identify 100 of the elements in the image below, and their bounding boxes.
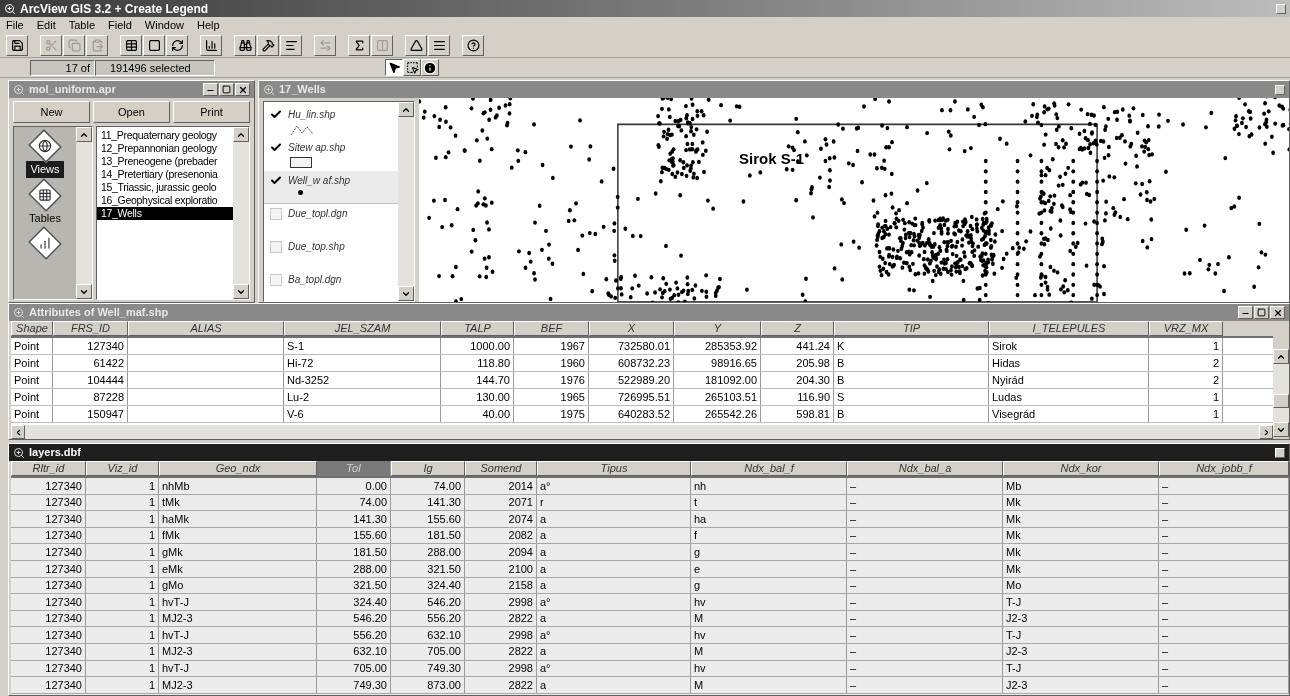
- help-icon: [466, 38, 480, 52]
- toolbar-button[interactable]: [40, 34, 62, 56]
- tool-button[interactable]: [385, 59, 403, 76]
- menu-item[interactable]: Window: [144, 16, 184, 34]
- table-cell: hvT-J: [159, 594, 317, 610]
- legend-entry[interactable]: Due_top.shp: [264, 237, 398, 270]
- legend-checkbox[interactable]: [270, 108, 282, 121]
- close-button[interactable]: [235, 83, 250, 96]
- menu-item[interactable]: Table: [68, 16, 95, 34]
- table-cell: –: [847, 594, 1003, 610]
- table-cell: S-1: [284, 338, 441, 354]
- toolbar-button[interactable]: [6, 34, 28, 56]
- table-cell: Hidas: [989, 355, 1149, 371]
- table-cell: 127340: [11, 677, 86, 693]
- toolbar-button[interactable]: [234, 34, 256, 56]
- toolbar-button[interactable]: [63, 34, 85, 56]
- vertical-scrollbar[interactable]: [233, 127, 249, 299]
- table-cell: 1: [1149, 406, 1223, 422]
- table-cell: a°: [537, 627, 691, 643]
- scroll-left-button[interactable]: [11, 425, 25, 439]
- table-cell: haMk: [159, 511, 317, 527]
- menu-item[interactable]: Edit: [36, 16, 56, 34]
- view-list-item[interactable]: 15_Triassic, jurassic geolo: [97, 181, 233, 194]
- refresh-icon: [170, 38, 184, 52]
- toolbar-button[interactable]: [280, 34, 302, 56]
- scroll-up-button[interactable]: [76, 127, 92, 142]
- table-cell: hvT-J: [159, 627, 317, 643]
- menu-item[interactable]: Help: [196, 16, 220, 34]
- toolbar-button[interactable]: [405, 34, 427, 56]
- horizontal-scrollbar[interactable]: [11, 425, 1273, 439]
- toolbar-button[interactable]: [200, 34, 222, 56]
- view-list-item[interactable]: 12_Prepannonian geology: [97, 142, 233, 155]
- column-header: Geo_ndx: [159, 461, 317, 476]
- minimize-button[interactable]: [1275, 84, 1285, 95]
- scroll-thumb[interactable]: [1273, 394, 1289, 408]
- minimize-button[interactable]: [1275, 447, 1285, 458]
- legend-checkbox[interactable]: [270, 240, 282, 253]
- minimize-button[interactable]: [1238, 306, 1253, 319]
- toolbar-button[interactable]: [371, 34, 393, 56]
- minimize-button[interactable]: [203, 83, 218, 96]
- table-cell: M: [691, 643, 847, 660]
- table-cell: 144.70: [441, 372, 514, 388]
- project-button[interactable]: Print: [173, 101, 250, 123]
- table-cell: –: [1159, 544, 1289, 560]
- legend-entry[interactable]: Well_w af.shp: [264, 171, 398, 204]
- vertical-scrollbar[interactable]: [76, 127, 92, 299]
- view-list-item[interactable]: 14_Pretertiary (presenonia: [97, 168, 233, 181]
- view-list-item[interactable]: 17_Wells: [97, 207, 233, 220]
- toolbar-button[interactable]: [428, 34, 450, 56]
- legend-checkbox[interactable]: [270, 141, 282, 154]
- table-cell: nh: [691, 478, 847, 494]
- legend-entry[interactable]: Hu_lin.shp: [264, 105, 398, 138]
- doc-type-label[interactable]: Tables: [25, 209, 65, 226]
- check-icon: [270, 174, 282, 187]
- table-cell: 749.30: [391, 660, 465, 677]
- scroll-down-button[interactable]: [398, 286, 414, 301]
- view-list-item[interactable]: 13_Preneogene (prebader: [97, 155, 233, 168]
- vertical-scrollbar[interactable]: [398, 102, 414, 301]
- menu-item[interactable]: Field: [108, 16, 132, 34]
- view-list-item[interactable]: 16_Geophysical exploratio: [97, 194, 233, 207]
- table-cell: –: [1159, 560, 1289, 577]
- scroll-down-button[interactable]: [1273, 422, 1289, 437]
- table-cell: 1965: [514, 389, 589, 405]
- toolbar-button[interactable]: [462, 34, 484, 56]
- scroll-down-button[interactable]: [233, 284, 249, 299]
- table-cell: a: [537, 560, 691, 577]
- menu-item[interactable]: File: [6, 16, 24, 34]
- vertical-scrollbar[interactable]: [1273, 349, 1289, 437]
- toolbar-button[interactable]: [314, 34, 336, 56]
- scroll-up-button[interactable]: [233, 127, 249, 142]
- legend-checkbox[interactable]: [270, 174, 282, 187]
- toolbar-button[interactable]: [120, 34, 142, 56]
- toolbar-button[interactable]: [348, 34, 370, 56]
- legend-checkbox[interactable]: [270, 207, 282, 220]
- toolbar-button[interactable]: [257, 34, 279, 56]
- window-title: mol_uniform.apr: [29, 82, 116, 98]
- close-button[interactable]: [1270, 306, 1285, 319]
- legend-entry[interactable]: Due_topl.dgn: [264, 204, 398, 237]
- legend-entry[interactable]: Ba_topl.dgn: [264, 270, 398, 301]
- project-button[interactable]: New: [13, 101, 90, 123]
- toolbar-button[interactable]: [166, 34, 188, 56]
- scroll-right-button[interactable]: [1259, 425, 1273, 439]
- scroll-down-button[interactable]: [76, 284, 92, 299]
- toolbar-button[interactable]: [86, 34, 108, 56]
- legend-entry[interactable]: Sitew ap.shp: [264, 138, 398, 171]
- project-button[interactable]: Open: [93, 101, 170, 123]
- view-list-item[interactable]: 11_Prequaternary geology: [97, 129, 233, 142]
- window-title: 17_Wells: [279, 82, 326, 98]
- maximize-button[interactable]: [219, 83, 234, 96]
- toolbar-button[interactable]: [143, 34, 165, 56]
- map-canvas[interactable]: Sirok S-1: [419, 98, 1289, 302]
- scroll-up-button[interactable]: [398, 102, 414, 117]
- maximize-button[interactable]: [1254, 306, 1269, 319]
- table-cell: 2082: [465, 527, 537, 544]
- doc-type-label[interactable]: Views: [26, 161, 64, 178]
- scroll-up-button[interactable]: [1273, 349, 1289, 364]
- minimize-button[interactable]: [1276, 3, 1286, 14]
- legend-checkbox[interactable]: [270, 273, 282, 286]
- table-cell: –: [1159, 478, 1289, 494]
- table-cell: 546.20: [391, 594, 465, 610]
